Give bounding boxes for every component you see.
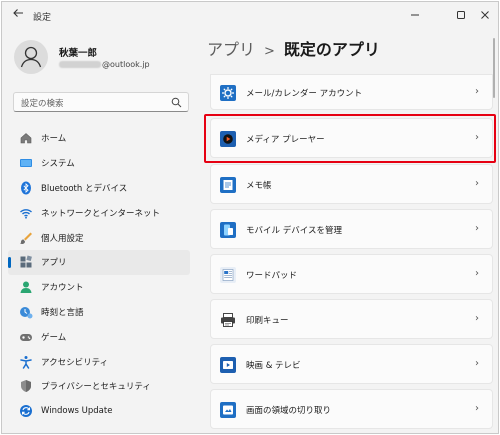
scrollbar[interactable] (493, 38, 495, 98)
print-queue-icon (221, 313, 235, 327)
sidebar-item-bluetooth[interactable]: Bluetooth とデバイス (8, 176, 190, 201)
time-language-icon (19, 305, 33, 319)
maximize-icon (457, 11, 465, 19)
privacy-icon (19, 379, 33, 393)
sidebar-item-label: ゲーム (41, 332, 67, 343)
app-row-label: メモ帳 (246, 181, 272, 191)
breadcrumb-separator: > (264, 44, 275, 59)
windows-update-icon (19, 404, 33, 418)
sidebar-item-windows-update[interactable]: Windows Update (8, 399, 190, 424)
sidebar-item-label: Bluetooth とデバイス (41, 183, 128, 194)
media-player-icon (220, 131, 236, 147)
breadcrumb-apps[interactable]: アプリ (207, 40, 255, 59)
network-icon (19, 206, 33, 220)
back-button[interactable] (9, 7, 27, 25)
search-icon (171, 97, 182, 108)
movies-tv-icon (220, 357, 236, 373)
sidebar-nav: ホーム システム Bluetooth とデバイス ネットワークとインターネット (8, 126, 190, 424)
search-input[interactable]: 設定の検索 (13, 92, 189, 112)
user-profile[interactable]: 秋葉一郎 @outlook.jp (14, 40, 194, 80)
system-icon (19, 156, 33, 170)
chevron-right-icon: › (475, 313, 479, 324)
chevron-right-icon: › (475, 403, 479, 414)
snipping-icon (220, 402, 236, 418)
settings-window: 設定 秋葉一郎 @outlook.jp 設定の検索 ホーム システム Bluet… (1, 1, 499, 434)
sidebar-item-time-language[interactable]: 時刻と言語 (8, 300, 190, 325)
sidebar-item-label: アプリ (41, 258, 67, 269)
app-row-label: メディア プレーヤー (246, 135, 325, 145)
app-row-label: 印刷キュー (246, 316, 289, 326)
mobile-devices-icon (220, 222, 236, 238)
chevron-right-icon: › (475, 132, 479, 143)
personalization-icon (19, 231, 33, 245)
apps-icon (19, 255, 33, 269)
avatar (14, 40, 48, 74)
sidebar-item-accounts[interactable]: アカウント (8, 275, 190, 300)
chevron-right-icon: › (475, 178, 479, 189)
sidebar-item-personalization[interactable]: 個人用設定 (8, 225, 190, 250)
sidebar-item-apps[interactable]: アプリ (8, 249, 190, 275)
breadcrumb-current: 既定のアプリ (283, 40, 380, 59)
chevron-right-icon: › (475, 268, 479, 279)
app-row-snipping[interactable]: 画面の領域の切り取り › (210, 389, 493, 429)
chevron-right-icon: › (475, 223, 479, 234)
sidebar-item-gaming[interactable]: ゲーム (8, 324, 190, 349)
sidebar-item-label: ネットワークとインターネット (41, 208, 161, 219)
minimize-button[interactable] (400, 5, 430, 25)
app-row-label: メール/カレンダー アカウント (246, 89, 363, 99)
sidebar-item-label: ホーム (41, 134, 67, 145)
sidebar-item-network[interactable]: ネットワークとインターネット (8, 200, 190, 225)
sidebar-item-label: Windows Update (41, 406, 113, 417)
sidebar-item-label: プライバシーとセキュリティ (41, 382, 151, 393)
redacted-email-part (59, 61, 101, 68)
close-icon (481, 11, 489, 19)
app-row-label: 映画 & テレビ (246, 361, 301, 371)
app-row-mobile-devices[interactable]: モバイル デバイスを管理 › (210, 209, 493, 249)
sidebar-item-label: 時刻と言語 (41, 307, 84, 318)
accessibility-icon (19, 355, 33, 369)
wordpad-icon (220, 267, 236, 283)
page-title: アプリ > 既定のアプリ (207, 36, 380, 60)
account-icon (19, 280, 33, 294)
app-row-mail-calendar[interactable]: メール/カレンダー アカウント › (210, 74, 493, 110)
app-row-movies-tv[interactable]: 映画 & テレビ › (210, 344, 493, 384)
sidebar-item-home[interactable]: ホーム (8, 126, 190, 151)
bluetooth-icon (19, 181, 33, 195)
sidebar-item-system[interactable]: システム (8, 151, 190, 176)
sidebar-item-label: アクセシビリティ (41, 357, 109, 368)
app-row-print-queue[interactable]: 印刷キュー › (210, 299, 493, 339)
close-button[interactable] (470, 5, 498, 25)
app-row-label: モバイル デバイスを管理 (246, 226, 342, 236)
gaming-icon (19, 330, 33, 344)
app-row-wordpad[interactable]: ワードパッド › (210, 254, 493, 294)
notepad-icon (220, 177, 236, 193)
search-placeholder: 設定の検索 (21, 99, 64, 109)
user-email: @outlook.jp (59, 60, 150, 69)
minimize-icon (411, 14, 419, 16)
title-bar: 設定 (2, 2, 498, 30)
app-title: 設定 (33, 13, 52, 23)
user-email-domain: @outlook.jp (102, 60, 150, 69)
app-row-label: 画面の領域の切り取り (246, 406, 332, 416)
chevron-right-icon: › (475, 358, 479, 369)
sidebar: 秋葉一郎 @outlook.jp 設定の検索 ホーム システム Bluetoot… (2, 30, 198, 433)
home-icon (19, 131, 33, 145)
chevron-right-icon: › (475, 86, 479, 97)
sidebar-item-accessibility[interactable]: アクセシビリティ (8, 349, 190, 374)
user-name: 秋葉一郎 (59, 48, 98, 59)
user-icon (20, 46, 42, 68)
sidebar-item-label: システム (41, 159, 75, 170)
app-row-label: ワードパッド (246, 271, 298, 281)
back-arrow-icon (13, 9, 23, 17)
sidebar-item-privacy[interactable]: プライバシーとセキュリティ (8, 374, 190, 399)
sidebar-item-label: アカウント (41, 283, 84, 294)
sidebar-item-label: 個人用設定 (41, 233, 84, 244)
app-row-notepad[interactable]: メモ帳 › (210, 164, 493, 204)
mail-calendar-icon (220, 85, 236, 101)
app-row-media-player[interactable]: メディア プレーヤー › (210, 118, 493, 158)
